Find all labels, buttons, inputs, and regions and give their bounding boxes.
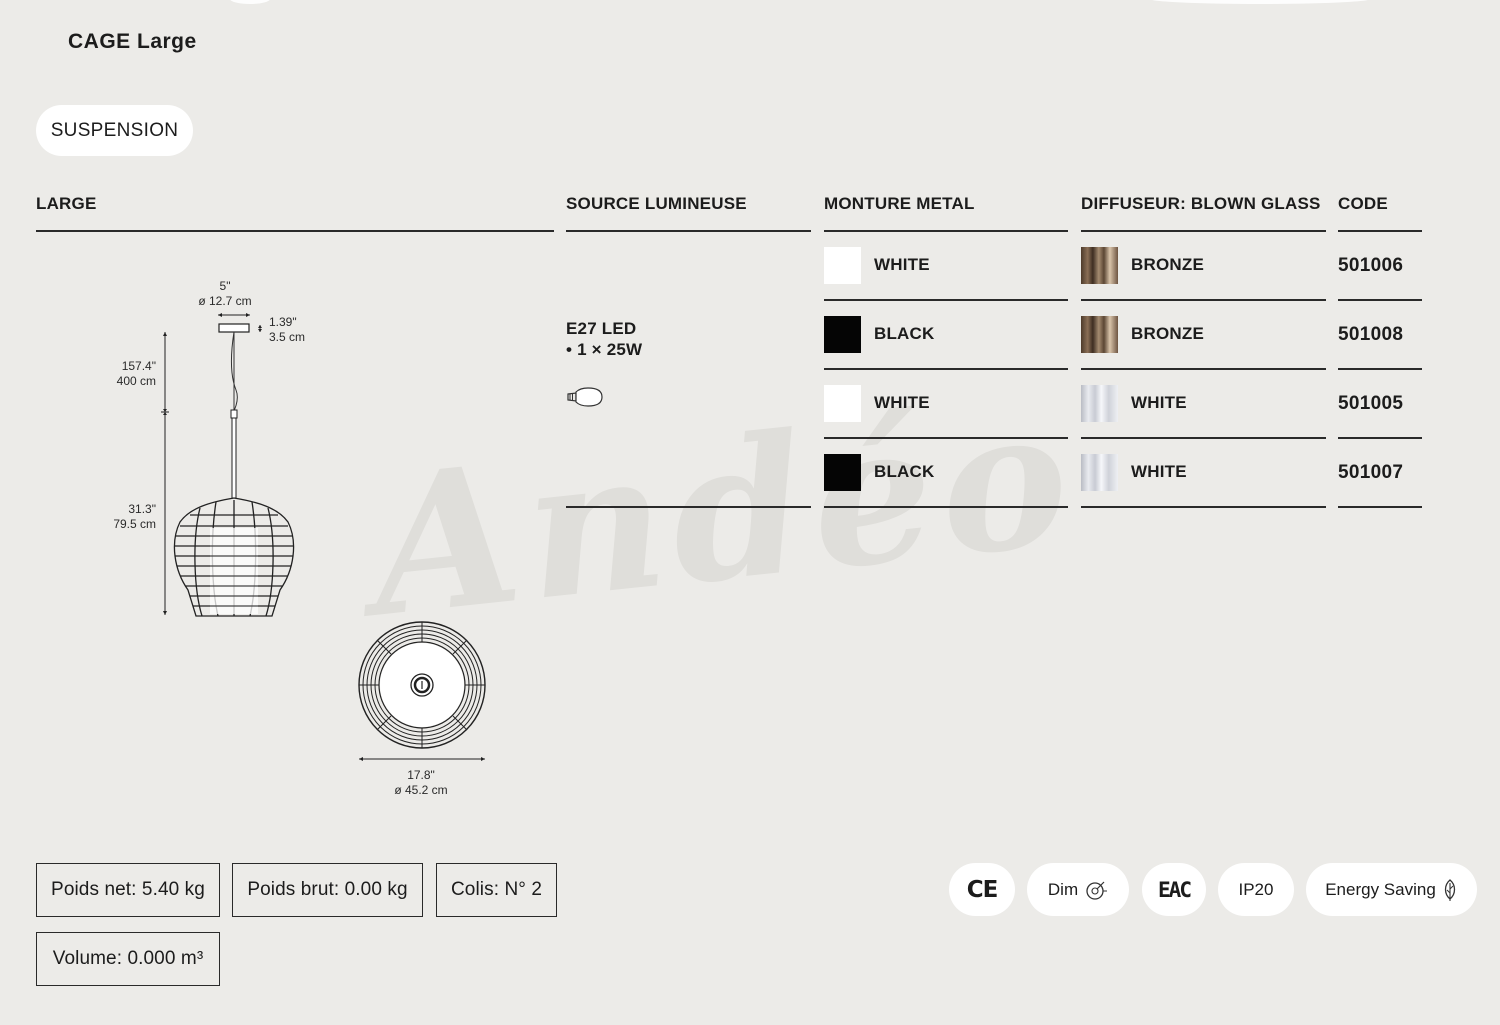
product-code: 501008 (1338, 324, 1404, 345)
diffuser-label: WHITE (1131, 462, 1187, 481)
diffuser-label: WHITE (1131, 393, 1187, 412)
decor-arc (1150, 0, 1370, 4)
frame-label: BLACK (874, 462, 935, 481)
divider (1338, 368, 1422, 370)
frame-swatch-white (824, 247, 861, 284)
divider (566, 506, 811, 508)
header-frame: MONTURE METAL (824, 194, 975, 213)
leaf-icon (1444, 878, 1455, 901)
net-weight: Poids net: 5.40 kg (36, 863, 220, 917)
diffuser-swatch-bronze (1081, 247, 1118, 284)
package-count: Colis: N° 2 (436, 863, 557, 917)
volume: Volume: 0.000 m³ (36, 932, 220, 986)
light-source: E27 LED • 1 × 25W (566, 318, 642, 360)
cable-length-dimension: 157.4" 400 cm (90, 359, 156, 389)
product-code: 501006 (1338, 255, 1404, 276)
eac-icon: EAC (1158, 877, 1192, 902)
gross-weight: Poids brut: 0.00 kg (232, 863, 423, 917)
diameter-dimension: 17.8" ø 45.2 cm (385, 768, 457, 798)
dimension-text: 3.5 cm (269, 330, 306, 344)
frame-swatch-white (824, 385, 861, 422)
dimension-text: 400 cm (116, 374, 156, 388)
divider (1338, 437, 1422, 439)
dimension-text: 5" (219, 279, 231, 293)
divider (1338, 299, 1422, 301)
dimmer-icon (1086, 881, 1108, 900)
ip-rating-badge: IP20 (1218, 863, 1294, 916)
diffuser-swatch-white (1081, 385, 1118, 422)
product-code: 501007 (1338, 462, 1404, 483)
frame-swatch-black (824, 316, 861, 353)
category-tag[interactable]: SUSPENSION (36, 105, 193, 156)
energy-saving-label: Energy Saving (1325, 879, 1436, 899)
frame-swatch-black (824, 454, 861, 491)
ip-rating-label: IP20 (1238, 879, 1274, 899)
diffuser-swatch-bronze (1081, 316, 1118, 353)
led-bulb-icon (567, 387, 603, 407)
divider (824, 368, 1068, 370)
ce-badge: CE (949, 863, 1015, 916)
divider (824, 230, 1068, 232)
source-power: • 1 × 25W (566, 340, 643, 359)
dimension-text: ø 12.7 cm (198, 294, 252, 308)
header-code: CODE (1338, 194, 1388, 213)
dimension-text: ø 45.2 cm (394, 783, 448, 797)
diffuser-label: BRONZE (1131, 324, 1204, 343)
source-type: E27 LED (566, 319, 637, 338)
header-diffuser: DIFFUSEUR: BLOWN GLASS (1081, 194, 1321, 213)
product-title: CAGE Large (68, 30, 197, 53)
divider (1081, 230, 1326, 232)
dimension-text: 17.8" (407, 768, 435, 782)
eac-badge: EAC (1142, 863, 1206, 916)
header-source: SOURCE LUMINEUSE (566, 194, 747, 213)
header-size: LARGE (36, 194, 97, 213)
divider (1081, 437, 1326, 439)
canopy-dimension: 5" ø 12.7 cm (190, 279, 260, 309)
divider (1338, 230, 1422, 232)
divider (1338, 506, 1422, 508)
dimension-text: 157.4" (121, 359, 156, 373)
diffuser-label: BRONZE (1131, 255, 1204, 274)
dimmable-badge: Dim (1027, 863, 1129, 916)
ce-icon: CE (966, 876, 999, 903)
frame-label: WHITE (874, 255, 930, 274)
divider (824, 506, 1068, 508)
frame-label: WHITE (874, 393, 930, 412)
decor-arc (230, 0, 270, 4)
dimension-text: 79.5 cm (113, 517, 156, 531)
divider (36, 230, 554, 232)
top-view-drawing (358, 621, 486, 761)
divider (566, 230, 811, 232)
frame-label: BLACK (874, 324, 935, 343)
divider (824, 299, 1068, 301)
divider (1081, 506, 1326, 508)
divider (824, 437, 1068, 439)
diffuser-swatch-white (1081, 454, 1118, 491)
dimension-text: 31.3" (128, 502, 156, 516)
product-code: 501005 (1338, 393, 1404, 414)
energy-saving-badge: Energy Saving (1306, 863, 1477, 916)
dim-label: Dim (1047, 879, 1079, 899)
dimension-text: 1.39" (269, 315, 297, 329)
divider (1081, 299, 1326, 301)
divider (1081, 368, 1326, 370)
body-height-dimension: 31.3" 79.5 cm (90, 502, 156, 532)
canopy-height-dimension: 1.39" 3.5 cm (269, 315, 305, 345)
